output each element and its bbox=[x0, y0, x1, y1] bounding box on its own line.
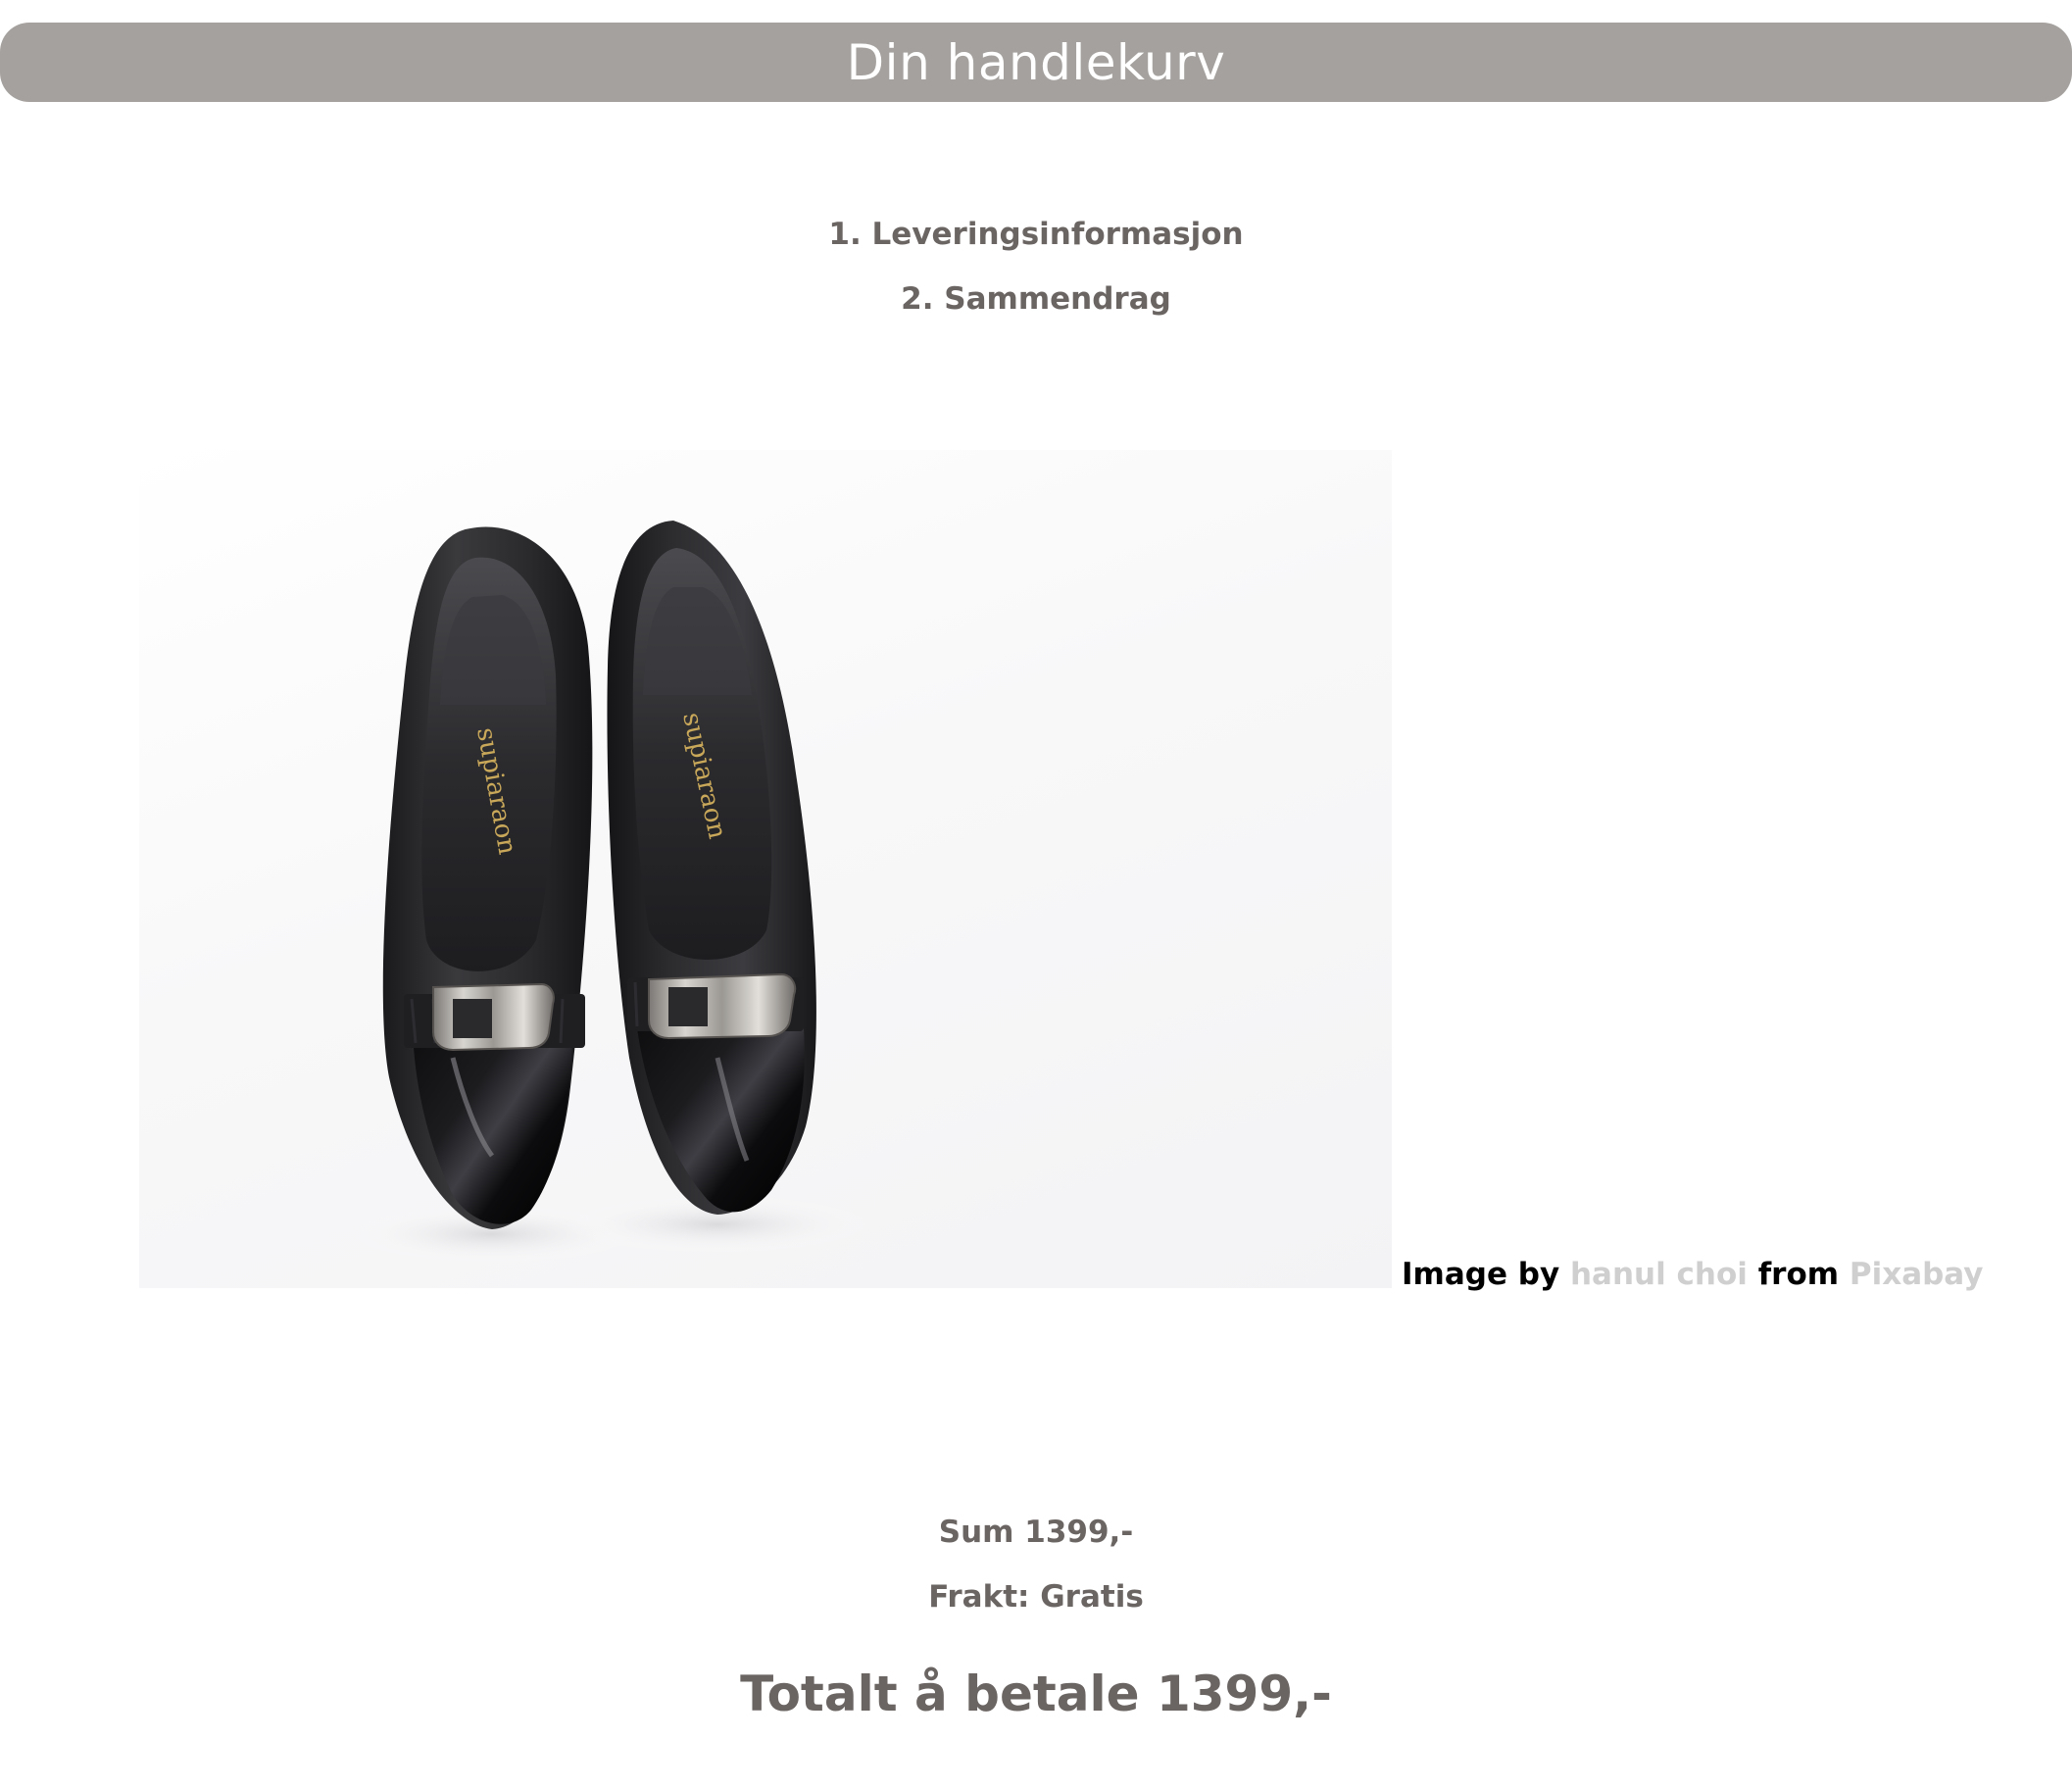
checkout-steps: 1. Leveringsinformasjon 2. Sammendrag bbox=[0, 220, 2072, 315]
credit-prefix: Image by bbox=[1402, 1257, 1560, 1292]
total-to-pay: Totalt å betale 1399,- bbox=[740, 1666, 1332, 1722]
credit-middle: from bbox=[1757, 1257, 1840, 1292]
right-shoe: supiaraon bbox=[607, 521, 816, 1215]
shipping: Frakt: Gratis bbox=[928, 1579, 1144, 1615]
step-summary[interactable]: 2. Sammendrag bbox=[0, 284, 2072, 315]
step-delivery-info[interactable]: 1. Leveringsinformasjon bbox=[0, 220, 2072, 250]
left-shoe: supiaraon bbox=[382, 526, 593, 1229]
credit-author-link[interactable]: hanul choi bbox=[1570, 1257, 1748, 1292]
image-credit: Image by hanul choi from Pixabay bbox=[1402, 1260, 1983, 1290]
credit-source-link[interactable]: Pixabay bbox=[1850, 1257, 1984, 1292]
product-image: supiaraon supiaraon bbox=[139, 450, 1392, 1288]
shoes-illustration: supiaraon supiaraon bbox=[345, 521, 874, 1264]
page-title: Din handlekurv bbox=[846, 33, 1226, 91]
order-summary: Sum 1399,- Frakt: Gratis Totalt å betale… bbox=[0, 1515, 2072, 1722]
subtotal: Sum 1399,- bbox=[938, 1515, 1134, 1550]
header-bar: Din handlekurv bbox=[0, 23, 2072, 102]
